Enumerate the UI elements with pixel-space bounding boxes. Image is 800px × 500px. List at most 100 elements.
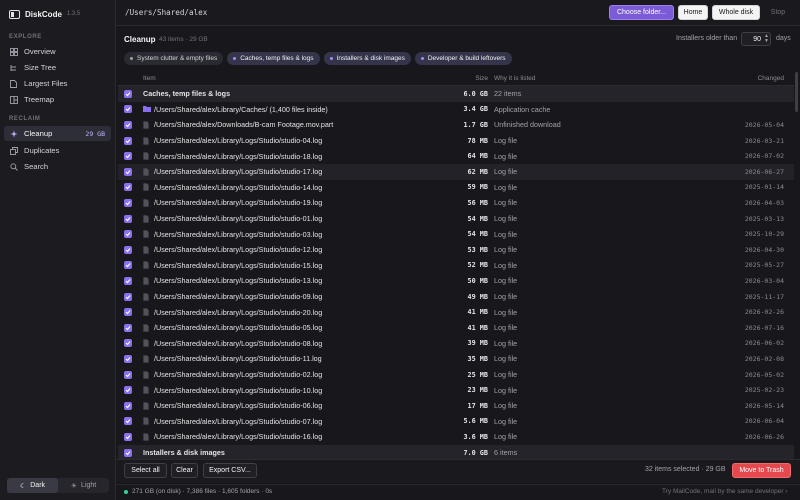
row-checkbox[interactable] [124,417,132,426]
column-header-size[interactable]: Size [475,75,488,82]
item-reason: Log file [494,214,518,224]
export-csv-button[interactable]: Export CSV... [203,463,257,478]
row-checkbox[interactable] [124,261,132,270]
file-icon [143,417,150,425]
chip-developer-leftovers[interactable]: Developer & build leftovers [414,52,512,65]
row-checkbox[interactable] [124,230,132,239]
row-checkbox[interactable] [124,432,132,441]
theme-light-option[interactable]: ☀ Light [58,478,109,493]
table-row[interactable]: /Users/Shared/alex/Downloads/B-cam Foota… [118,117,794,133]
row-checkbox[interactable] [124,401,132,410]
chip-caches-logs[interactable]: Caches, temp files & logs [227,52,320,65]
table-row[interactable]: /Users/Shared/alex/Library/Logs/Studio/s… [118,242,794,258]
chip-system-clutter[interactable]: System clutter & empty files [124,52,224,65]
move-to-trash-button[interactable]: Move to Trash [732,463,791,478]
table-row[interactable]: /Users/Shared/alex/Library/Logs/Studio/s… [118,226,794,242]
item-path: /Users/Shared/alex/Downloads/B-cam Foota… [154,120,334,130]
table-row[interactable]: /Users/Shared/alex/Library/Logs/Studio/s… [118,195,794,211]
table-row[interactable]: /Users/Shared/alex/Library/Logs/Studio/s… [118,429,794,445]
table-row[interactable]: /Users/Shared/alex/Library/Logs/Studio/s… [118,336,794,352]
column-header-changed[interactable]: Changed [758,75,784,82]
table-row[interactable]: /Users/Shared/alex/Library/Logs/Studio/s… [118,414,794,430]
column-header-item[interactable]: Item [143,75,156,82]
table-row[interactable]: /Users/Shared/alex/Library/Logs/Studio/s… [118,211,794,227]
sidebar-item-size-tree[interactable]: Size Tree [4,60,111,75]
sidebar-item-cleanup[interactable]: Cleanup 29 GB [4,126,111,141]
item-reason: Log file [494,276,518,286]
select-all-button[interactable]: Select all [124,463,167,478]
table-row[interactable]: /Users/Shared/alex/Library/Logs/Studio/s… [118,351,794,367]
row-checkbox[interactable] [124,292,132,301]
item-changed-date: 2026-02-26 [744,308,784,317]
item-changed-date: 2026-05-02 [744,370,784,379]
cleanup-summary: 43 items · 29 GB [159,36,208,43]
group-row[interactable]: Caches, temp files & logs 6.0 GB 22 items [118,86,794,102]
row-checkbox[interactable] [124,120,132,129]
row-checkbox[interactable] [124,183,132,192]
item-changed-date: 2026-07-16 [744,323,784,332]
table-row[interactable]: /Users/Shared/alex/Library/Logs/Studio/s… [118,258,794,274]
item-size: 35 MB [467,354,488,363]
row-checkbox[interactable] [124,386,132,395]
table-row[interactable]: /Users/Shared/alex/Library/Logs/Studio/s… [118,320,794,336]
table-row[interactable]: /Users/Shared/alex/Library/Logs/Studio/s… [118,273,794,289]
row-checkbox[interactable] [124,323,132,332]
table-row[interactable]: /Users/Shared/alex/Library/Logs/Studio/s… [118,289,794,305]
row-checkbox[interactable] [124,105,132,114]
row-checkbox[interactable] [124,89,132,98]
row-checkbox[interactable] [124,276,132,285]
item-path: /Users/Shared/alex/Library/Logs/Studio/s… [154,292,323,302]
item-reason: Log file [494,385,518,395]
item-size: 25 MB [467,370,488,379]
row-checkbox[interactable] [124,167,132,176]
row-checkbox[interactable] [124,354,132,363]
table-row[interactable]: /Users/Shared/alex/Library/Logs/Studio/s… [118,133,794,149]
row-checkbox[interactable] [124,339,132,348]
whole-disk-button[interactable]: Whole disk [712,5,760,20]
row-checkbox[interactable] [124,448,132,457]
item-reason: Log file [494,323,518,333]
row-checkbox[interactable] [124,152,132,161]
table-row[interactable]: /Users/Shared/alex/Library/Logs/Studio/s… [118,367,794,383]
row-checkbox[interactable] [124,198,132,207]
item-size: 3.4 GB [463,105,488,114]
table-row[interactable]: /Users/Shared/alex/Library/Logs/Studio/s… [118,382,794,398]
table-row[interactable]: /Users/Shared/alex/Library/Logs/Studio/s… [118,148,794,164]
sidebar-item-duplicates[interactable]: Duplicates [4,143,111,158]
file-icon [143,339,150,347]
choose-folder-button[interactable]: Choose folder... [609,5,674,20]
item-path: /Users/Shared/alex/Library/Logs/Studio/s… [154,338,323,348]
column-header-why[interactable]: Why it is listed [494,75,536,82]
chip-label: Caches, temp files & logs [240,55,314,62]
theme-dark-option[interactable]: ☾ Dark [7,478,58,493]
home-button[interactable]: Home [678,5,708,20]
table-row[interactable]: /Users/Shared/alex/Library/Logs/Studio/s… [118,398,794,414]
row-checkbox[interactable] [124,308,132,317]
clear-button[interactable]: Clear [171,463,198,478]
app-version: 1.3.5 [66,11,81,17]
sidebar-item-treemap[interactable]: Treemap [4,92,111,107]
sidebar-item-overview[interactable]: Overview [4,44,111,59]
table-row[interactable]: /Users/Shared/alex/Library/Logs/Studio/s… [118,180,794,196]
sidebar: DiskCode 1.3.5 EXPLORE Overview Size Tre… [0,0,116,500]
table-scrollbar[interactable] [795,72,798,112]
cleanup-size-badge: 29 GB [85,129,105,138]
row-checkbox[interactable] [124,370,132,379]
sidebar-item-search[interactable]: Search [4,159,111,174]
chip-installers[interactable]: Installers & disk images [323,52,411,65]
item-reason: 22 items [494,89,522,99]
sun-icon: ☀ [70,482,78,490]
row-checkbox[interactable] [124,136,132,145]
stepper-arrows-icon[interactable]: ▲ ▼ [764,34,769,44]
table-row[interactable]: /Users/Shared/alex/Library/Logs/Studio/s… [118,164,794,180]
disk-logo-icon [9,9,20,19]
stop-button[interactable]: Stop [765,5,791,20]
table-row[interactable]: /Users/Shared/alex/Library/Caches/ (1,40… [118,102,794,118]
row-checkbox[interactable] [124,214,132,223]
mailcode-promo-link[interactable]: Try MailCode, mail by the same developer… [662,488,787,495]
row-checkbox[interactable] [124,245,132,254]
item-path: /Users/Shared/alex/Library/Logs/Studio/s… [154,385,323,395]
table-row[interactable]: /Users/Shared/alex/Library/Logs/Studio/s… [118,304,794,320]
sidebar-item-largest-files[interactable]: Largest Files [4,76,111,91]
group-row[interactable]: Installers & disk images 7.0 GB 6 items [118,444,794,460]
